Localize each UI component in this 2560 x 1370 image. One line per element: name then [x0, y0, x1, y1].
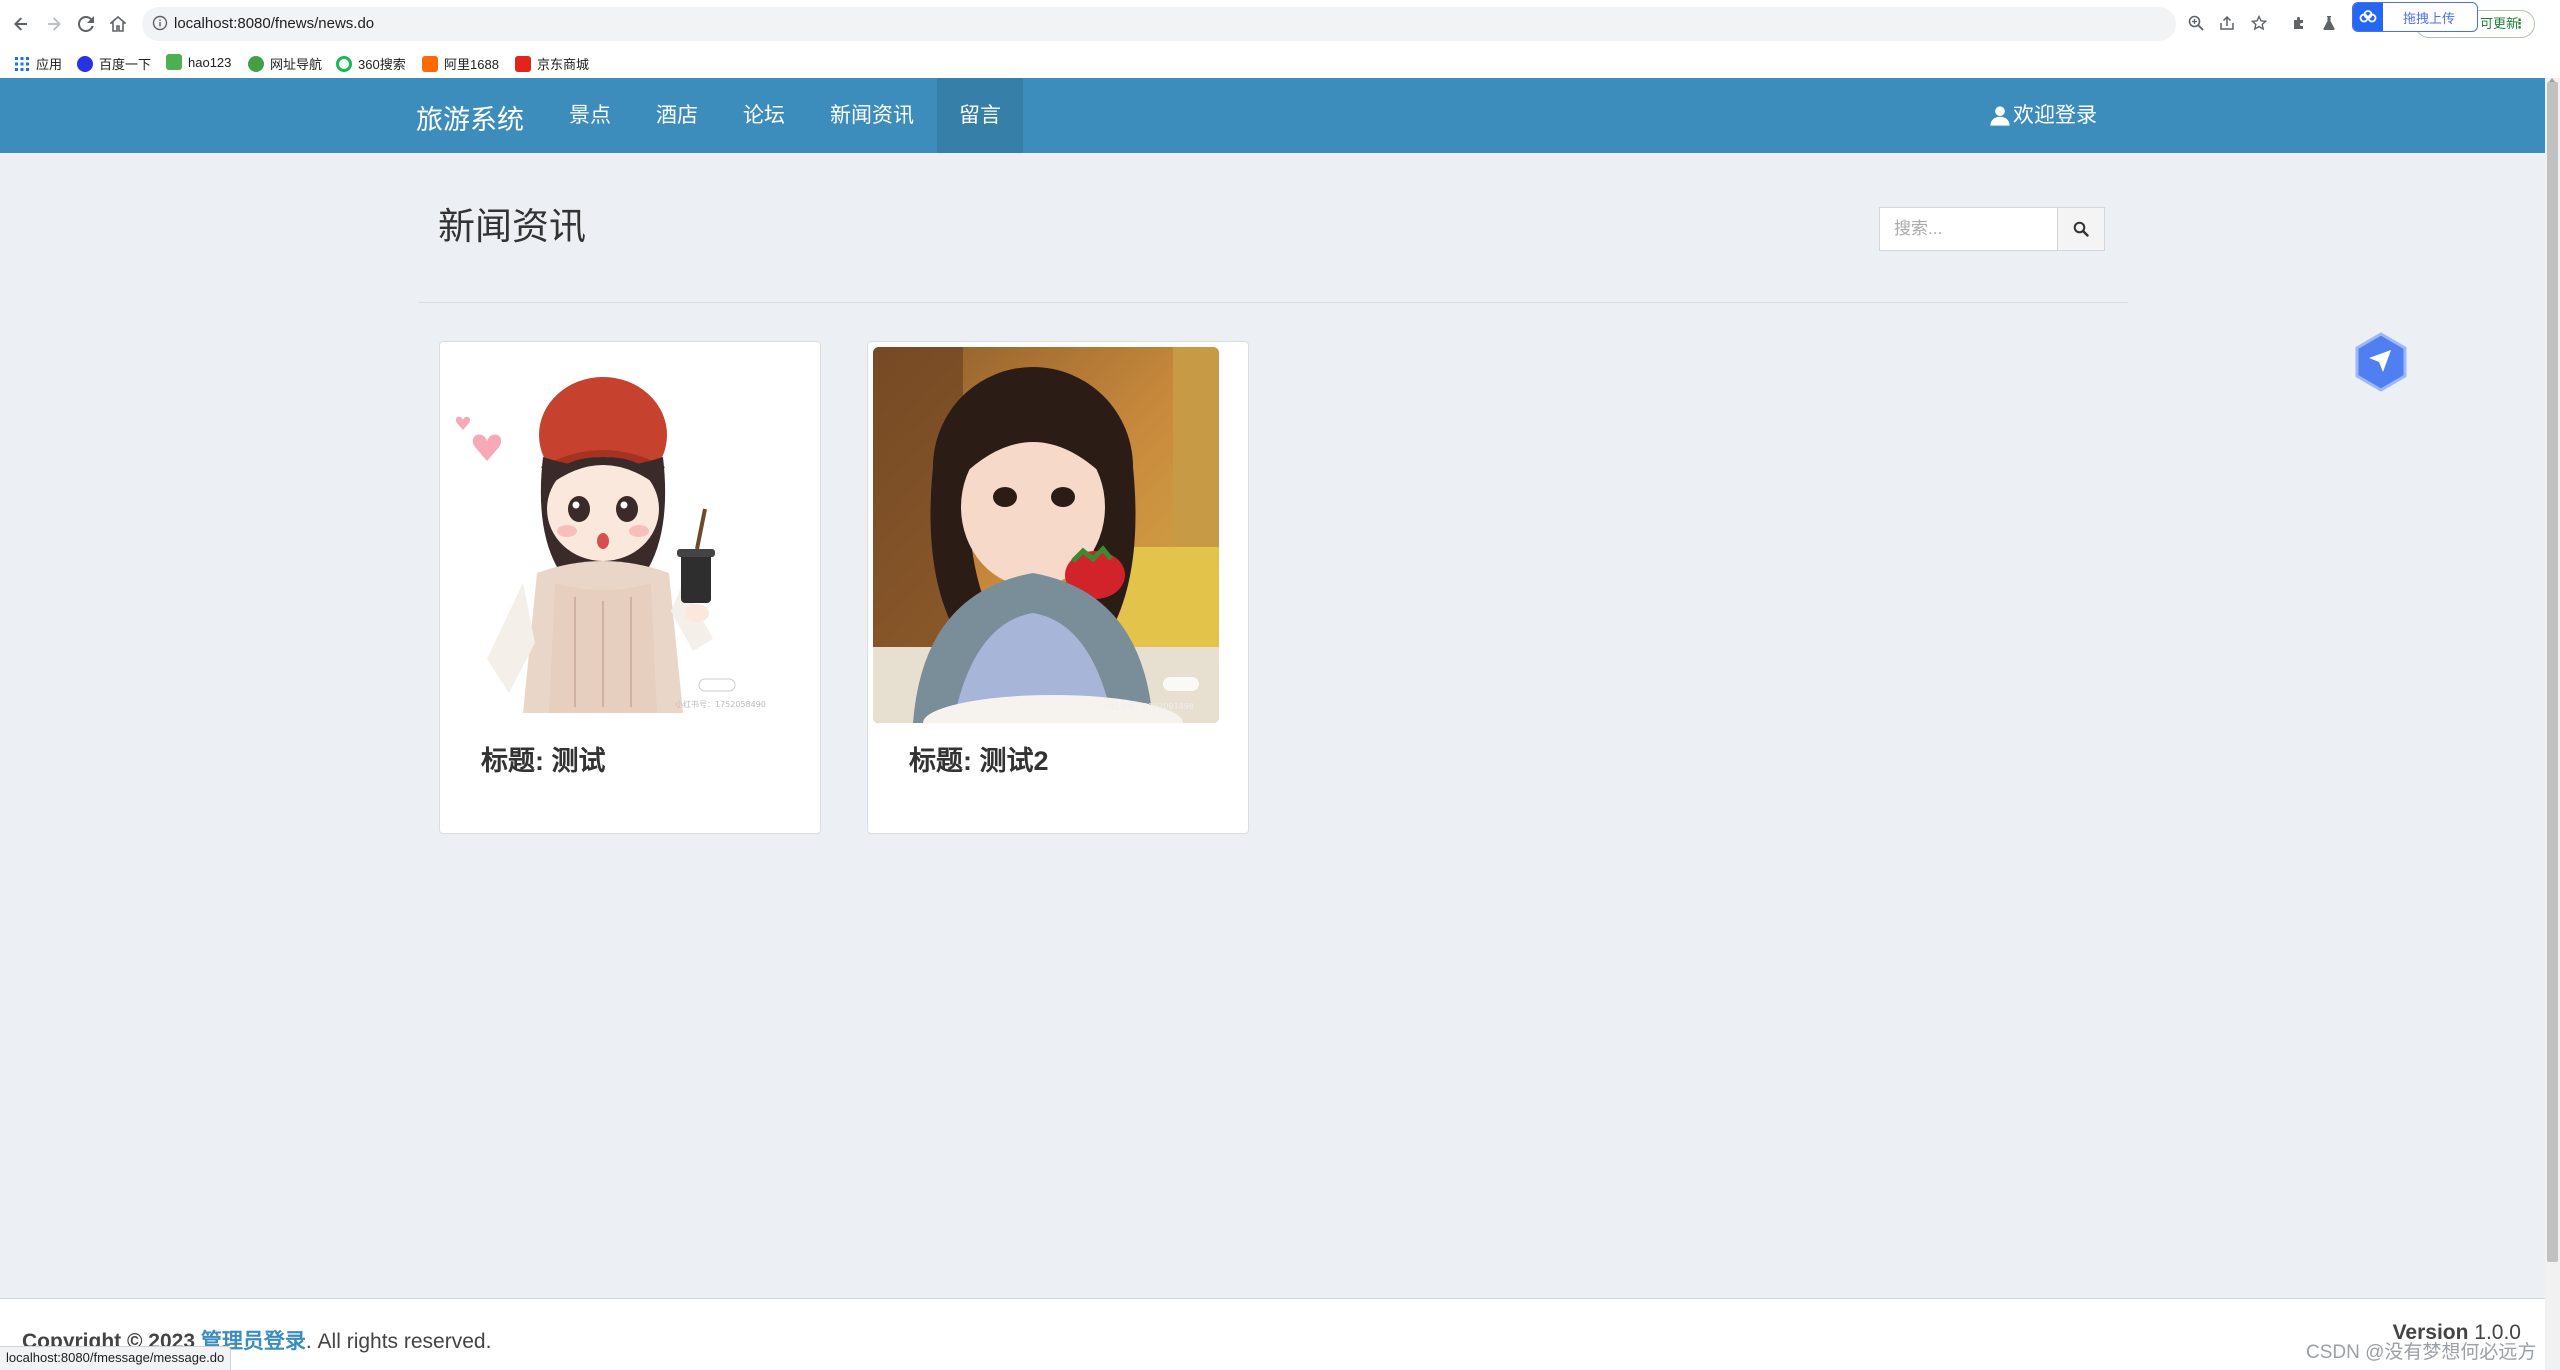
login-label: 欢迎登录	[2013, 104, 2097, 127]
bookmark-label: 应用	[36, 57, 63, 72]
jd-icon	[515, 55, 531, 72]
nav-scenic-spots[interactable]: 景点	[547, 78, 633, 153]
bookmarks-bar: 应用 百度一下 hao123 网址导航 360搜索 阿里1688 京东商城	[0, 48, 2560, 79]
section-divider	[418, 302, 2128, 303]
cloud-upload-icon	[2353, 3, 2383, 31]
bookmark-label: 京东商城	[537, 57, 590, 72]
bookmark-label: 百度一下	[99, 57, 152, 72]
floating-assistant-icon[interactable]	[2353, 332, 2409, 392]
address-url[interactable]: localhost:8080/fnews/news.do	[174, 15, 374, 32]
forward-icon[interactable]	[42, 12, 66, 36]
upload-widget[interactable]: 拖拽上传	[2352, 2, 2478, 32]
news-card[interactable]: 小红书号：1752058490 标题: 测试	[439, 341, 821, 834]
zoom-icon[interactable]	[2187, 15, 2205, 33]
browser-toolbar: localhost:8080/fnews/news.do 可更新 ⋮ 拖拽上传	[0, 0, 2560, 49]
share-icon[interactable]	[2218, 15, 2236, 33]
bookmark-apps[interactable]: 应用	[14, 54, 62, 73]
nav-news[interactable]: 新闻资讯	[808, 78, 936, 153]
nav-messages[interactable]: 留言	[937, 78, 1023, 153]
search-button[interactable]	[2057, 207, 2105, 251]
bookmark-hao123[interactable]: hao123	[166, 54, 231, 70]
login-link[interactable]: 欢迎登录	[1989, 78, 2097, 153]
page-scrollbar[interactable]	[2545, 78, 2560, 1369]
home-icon[interactable]	[106, 12, 130, 36]
navigation-icon	[248, 55, 264, 72]
more-menu-icon[interactable]: ⋮	[2513, 11, 2526, 37]
bookmark-label: 360搜索	[358, 57, 406, 72]
site-info-icon[interactable]	[152, 15, 168, 31]
brand-logo[interactable]: 旅游系统	[416, 98, 524, 137]
news-title[interactable]: 标题: 测试2	[909, 739, 1049, 778]
page-footer: Copyright © 2023 管理员登录. All rights reser…	[0, 1298, 2545, 1370]
ali1688-icon	[422, 55, 438, 72]
main-navbar: 旅游系统 景点 酒店 论坛 新闻资讯 留言 欢迎登录	[0, 78, 2545, 153]
search-icon	[2073, 221, 2089, 237]
bookmark-navigation[interactable]: 网址导航	[248, 54, 322, 73]
search-input[interactable]	[1879, 207, 2057, 251]
bookmark-label: 网址导航	[270, 57, 323, 72]
bookmark-baidu[interactable]: 百度一下	[77, 54, 151, 73]
rights-text: . All rights reserved.	[305, 1330, 492, 1353]
upload-label: 拖拽上传	[2403, 10, 2456, 26]
bookmark-1688[interactable]: 阿里1688	[422, 54, 499, 73]
nav-forum[interactable]: 论坛	[721, 78, 807, 153]
news-card[interactable]: 小红书号：9302091498 标题: 测试2	[867, 341, 1249, 834]
bookmark-star-icon[interactable]	[2250, 14, 2268, 33]
apps-grid-icon	[15, 56, 29, 71]
bookmark-360[interactable]: 360搜索	[336, 54, 406, 73]
extensions-puzzle-icon[interactable]	[2290, 15, 2308, 33]
svg-text:小红书号：1752058490: 小红书号：1752058490	[675, 699, 766, 709]
bookmark-jd[interactable]: 京东商城	[515, 54, 589, 73]
search-form	[1879, 207, 2105, 251]
bookmark-label: 阿里1688	[444, 57, 499, 72]
bookmark-label: hao123	[188, 54, 232, 70]
news-thumbnail-cartoon-girl[interactable]: 小红书号：1752058490	[445, 347, 791, 723]
csdn-watermark: CSDN @没有梦想何必远方	[2306, 1342, 2537, 1363]
hao123-icon	[166, 54, 182, 70]
svg-text:小红书号：9302091498: 小红书号：9302091498	[1103, 701, 1194, 711]
reload-icon[interactable]	[74, 12, 98, 36]
news-title[interactable]: 标题: 测试	[481, 739, 606, 778]
page-title: 新闻资讯	[438, 206, 586, 247]
nav-hotels[interactable]: 酒店	[634, 78, 720, 153]
lab-flask-icon[interactable]	[2320, 15, 2338, 33]
news-thumbnail-child-photo[interactable]: 小红书号：9302091498	[873, 347, 1219, 723]
baidu-icon	[77, 55, 93, 72]
scrollbar-thumb[interactable]	[2547, 82, 2558, 1262]
so360-icon	[336, 55, 352, 72]
browser-status-url: localhost:8080/fmessage/message.do	[0, 1346, 232, 1370]
user-icon	[1990, 105, 2010, 126]
back-icon[interactable]	[9, 12, 33, 36]
address-bar[interactable]: localhost:8080/fnews/news.do	[142, 7, 2176, 41]
